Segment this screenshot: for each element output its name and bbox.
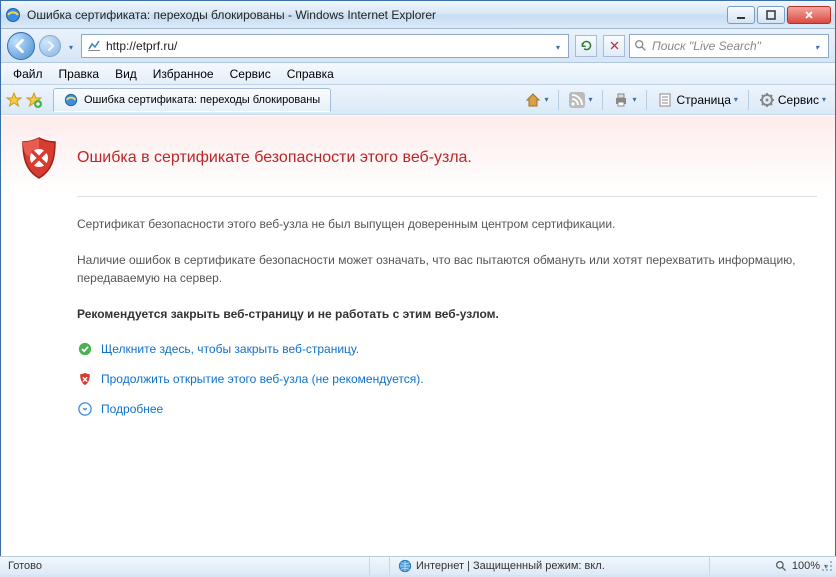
search-placeholder: Поиск "Live Search": [652, 39, 810, 53]
forward-button[interactable]: [39, 35, 61, 57]
menu-tools[interactable]: Сервис: [222, 65, 279, 83]
back-button[interactable]: [7, 32, 35, 60]
certificate-error-page: Ошибка в сертификате безопасности этого …: [1, 116, 835, 557]
tab-label: Ошибка сертификата: переходы блокированы: [84, 94, 320, 106]
window-titlebar: Ошибка сертификата: переходы блокированы…: [1, 1, 835, 29]
maximize-button[interactable]: [757, 6, 785, 24]
minimize-button[interactable]: [727, 6, 755, 24]
tools-menu-label: Сервис: [778, 93, 819, 107]
status-ready: Готово: [0, 557, 370, 575]
print-button[interactable]: ▾: [608, 89, 641, 111]
ie-tab-icon: [64, 93, 78, 107]
url-input[interactable]: [106, 39, 552, 53]
cert-recommendation: Рекомендуется закрыть веб-страницу и не …: [77, 305, 817, 323]
zoom-level-text: 100%: [792, 560, 820, 572]
menu-favorites[interactable]: Избранное: [145, 65, 222, 83]
address-dropdown-icon[interactable]: [552, 39, 564, 53]
status-zone[interactable]: Интернет | Защищенный режим: вкл.: [390, 557, 710, 575]
status-bar: Готово Интернет | Защищенный режим: вкл.…: [0, 556, 836, 575]
status-empty-1: [370, 557, 390, 575]
menu-file[interactable]: Файл: [5, 65, 51, 83]
search-provider-dropdown[interactable]: [810, 39, 824, 53]
ie-icon: [5, 7, 21, 23]
menu-bar: Файл Правка Вид Избранное Сервис Справка: [1, 63, 835, 85]
page-viewport: Ошибка в сертификате безопасности этого …: [1, 115, 835, 557]
menu-view[interactable]: Вид: [107, 65, 145, 83]
add-favorite-button[interactable]: [25, 91, 43, 109]
favorites-star-button[interactable]: [5, 91, 23, 109]
home-button[interactable]: ▾: [520, 89, 553, 111]
zoom-icon: [775, 560, 788, 573]
more-info-icon: [77, 401, 93, 417]
command-bar: Ошибка сертификата: переходы блокированы…: [1, 85, 835, 115]
resize-grip[interactable]: [819, 558, 835, 574]
tools-menu-button[interactable]: Сервис▾: [754, 89, 831, 111]
page-favicon: [86, 38, 102, 54]
browser-tab[interactable]: Ошибка сертификата: переходы блокированы: [53, 88, 331, 112]
divider: [77, 196, 817, 197]
status-ready-text: Готово: [8, 560, 42, 572]
stop-button[interactable]: [603, 35, 625, 57]
cert-para-2: Наличие ошибок в сертификате безопасност…: [77, 251, 817, 287]
feeds-button[interactable]: ▾: [564, 89, 597, 111]
address-bar[interactable]: [81, 34, 569, 58]
page-menu-button[interactable]: Страница▾: [652, 89, 742, 111]
refresh-button[interactable]: [575, 35, 597, 57]
nav-history-dropdown[interactable]: [65, 34, 77, 58]
status-zone-text: Интернет | Защищенный режим: вкл.: [416, 560, 605, 572]
search-icon: [634, 39, 648, 53]
cert-para-1: Сертификат безопасности этого веб-узла н…: [77, 215, 817, 233]
page-menu-label: Страница: [676, 93, 730, 107]
close-button[interactable]: [787, 6, 831, 24]
continue-anyway-link[interactable]: Продолжить открытие этого веб-узла (не р…: [101, 372, 424, 386]
more-info-link[interactable]: Подробнее: [101, 402, 163, 416]
cert-error-heading: Ошибка в сертификате безопасности этого …: [77, 149, 472, 167]
menu-edit[interactable]: Правка: [51, 65, 108, 83]
window-title: Ошибка сертификата: переходы блокированы…: [27, 8, 727, 22]
close-page-link[interactable]: Щелкните здесь, чтобы закрыть веб-страни…: [101, 342, 359, 356]
search-box[interactable]: Поиск "Live Search": [629, 34, 829, 58]
check-icon: [77, 341, 93, 357]
security-shield-icon: [19, 136, 59, 180]
small-shield-icon: [77, 371, 93, 387]
navigation-bar: Поиск "Live Search": [1, 29, 835, 63]
globe-icon: [398, 559, 412, 573]
menu-help[interactable]: Справка: [279, 65, 342, 83]
